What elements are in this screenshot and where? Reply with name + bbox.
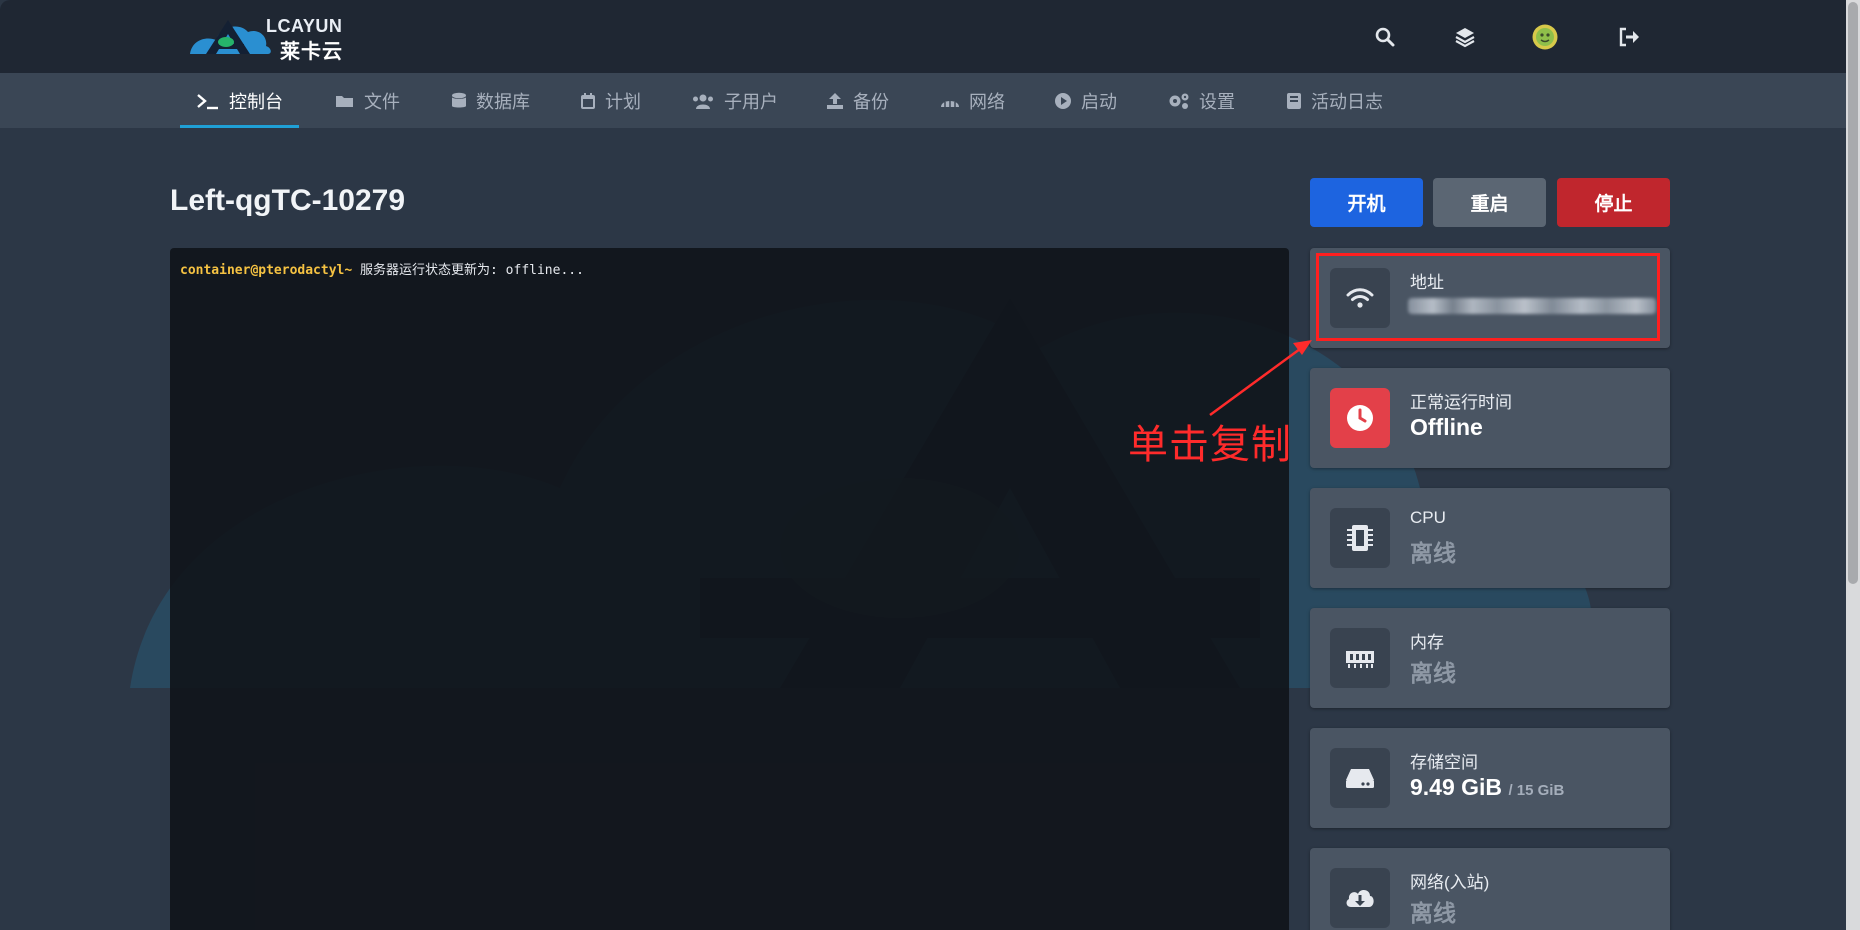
hdd-icon bbox=[1346, 769, 1374, 788]
tab-console[interactable]: 控制台 bbox=[180, 73, 299, 128]
cpu-value: 离线 bbox=[1410, 540, 1456, 566]
tab-label: 控制台 bbox=[229, 91, 283, 112]
tab-label: 启动 bbox=[1081, 91, 1117, 112]
storage-card: 存储空间 9.49 GiB / 15 GiB bbox=[1310, 728, 1670, 828]
tab-label: 网络 bbox=[969, 91, 1005, 112]
avatar-button[interactable] bbox=[1528, 20, 1562, 54]
tab-schedules[interactable]: 计划 bbox=[580, 73, 641, 128]
network-in-label: 网络(入站) bbox=[1410, 873, 1490, 892]
tab-activity-log[interactable]: 活动日志 bbox=[1286, 73, 1383, 128]
storage-icon-box bbox=[1330, 748, 1390, 808]
tab-backups[interactable]: 备份 bbox=[826, 73, 889, 128]
tab-settings[interactable]: 设置 bbox=[1168, 73, 1235, 128]
uptime-icon-box bbox=[1330, 388, 1390, 448]
tab-startup[interactable]: 启动 bbox=[1054, 73, 1117, 128]
tab-label: 文件 bbox=[364, 91, 400, 112]
console-line: container@pteroda​ctyl~ 服务器运行状态更新为: offl… bbox=[180, 259, 584, 278]
app-window: LCAYUN 莱卡云 控制台 文件 数据库 计划 子用户 备份 网络 启动 设置… bbox=[0, 0, 1846, 930]
scrollbar-thumb[interactable] bbox=[1848, 2, 1858, 584]
tab-label: 设置 bbox=[1199, 91, 1235, 112]
stop-button[interactable]: 停止 bbox=[1557, 178, 1670, 227]
terminal-icon bbox=[197, 93, 218, 109]
cpu-label: CPU bbox=[1410, 508, 1446, 527]
brand-name: LCAYUN bbox=[266, 16, 343, 36]
memory-value: 离线 bbox=[1410, 660, 1456, 686]
tab-label: 子用户 bbox=[724, 91, 778, 112]
address-highlight-box bbox=[1316, 253, 1660, 341]
top-bar: LCAYUN 莱卡云 bbox=[0, 0, 1846, 73]
network-icon bbox=[941, 99, 959, 107]
memory-card: 内存 离线 bbox=[1310, 608, 1670, 708]
server-name: Left-qgTC-10279 bbox=[170, 184, 406, 217]
console-message: 服务器运行状态更新为: offline... bbox=[352, 263, 584, 278]
console-prompt: container@pteroda​ctyl~ bbox=[180, 263, 353, 278]
servers-button[interactable] bbox=[1448, 20, 1482, 54]
memory-icon-box bbox=[1330, 628, 1390, 688]
brand-subtitle: 莱卡云 bbox=[280, 41, 343, 63]
book-icon bbox=[1287, 92, 1301, 109]
folder-icon bbox=[336, 95, 353, 107]
logout-button[interactable] bbox=[1612, 20, 1646, 54]
storage-value-line: 9.49 GiB / 15 GiB bbox=[1410, 774, 1564, 801]
search-button[interactable] bbox=[1368, 20, 1402, 54]
tab-databases[interactable]: 数据库 bbox=[451, 73, 530, 128]
sub-navigation: 控制台 文件 数据库 计划 子用户 备份 网络 启动 设置 活动日志 bbox=[0, 73, 1846, 128]
tab-network[interactable]: 网络 bbox=[940, 73, 1005, 128]
search-icon bbox=[1375, 27, 1395, 47]
console-terminal[interactable]: container@pteroda​ctyl~ 服务器运行状态更新为: offl… bbox=[170, 248, 1289, 930]
uptime-value: Offline bbox=[1410, 414, 1483, 440]
tab-label: 活动日志 bbox=[1311, 91, 1383, 112]
calendar-icon bbox=[581, 92, 595, 109]
brand-logo[interactable]: LCAYUN 莱卡云 bbox=[188, 14, 358, 63]
cogs-icon bbox=[1169, 93, 1189, 109]
tab-label: 计划 bbox=[605, 91, 641, 112]
upload-icon bbox=[827, 92, 843, 109]
layers-icon bbox=[1455, 28, 1475, 48]
tab-label: 数据库 bbox=[476, 91, 530, 112]
tab-files[interactable]: 文件 bbox=[335, 73, 400, 128]
cpu-icon-box bbox=[1330, 508, 1390, 568]
logout-icon bbox=[1619, 27, 1639, 47]
cpu-card: CPU 离线 bbox=[1310, 488, 1670, 588]
restart-button[interactable]: 重启 bbox=[1433, 178, 1546, 227]
cloud-download-icon bbox=[1346, 890, 1374, 907]
database-icon bbox=[452, 92, 466, 107]
storage-label: 存储空间 bbox=[1410, 753, 1478, 772]
tab-subusers[interactable]: 子用户 bbox=[691, 73, 778, 128]
network-in-card: 网络(入站) 离线 bbox=[1310, 848, 1670, 930]
network-in-value: 离线 bbox=[1410, 900, 1456, 926]
storage-limit: / 15 GiB bbox=[1508, 782, 1565, 799]
memory-icon bbox=[1346, 651, 1374, 668]
annotation-text: 单击复制 bbox=[1128, 422, 1292, 468]
clock-icon bbox=[1347, 405, 1373, 431]
cpu-icon bbox=[1347, 525, 1373, 551]
users-icon bbox=[693, 94, 713, 109]
avatar bbox=[1532, 24, 1558, 50]
memory-label: 内存 bbox=[1410, 633, 1444, 652]
uptime-label: 正常运行时间 bbox=[1410, 393, 1512, 412]
play-icon bbox=[1055, 92, 1071, 109]
storage-value: 9.49 GiB bbox=[1410, 774, 1503, 800]
logo-mark-icon bbox=[190, 20, 271, 54]
tab-label: 备份 bbox=[853, 91, 889, 112]
network-in-icon-box bbox=[1330, 868, 1390, 928]
start-button[interactable]: 开机 bbox=[1310, 178, 1423, 227]
uptime-card: 正常运行时间 Offline bbox=[1310, 368, 1670, 468]
